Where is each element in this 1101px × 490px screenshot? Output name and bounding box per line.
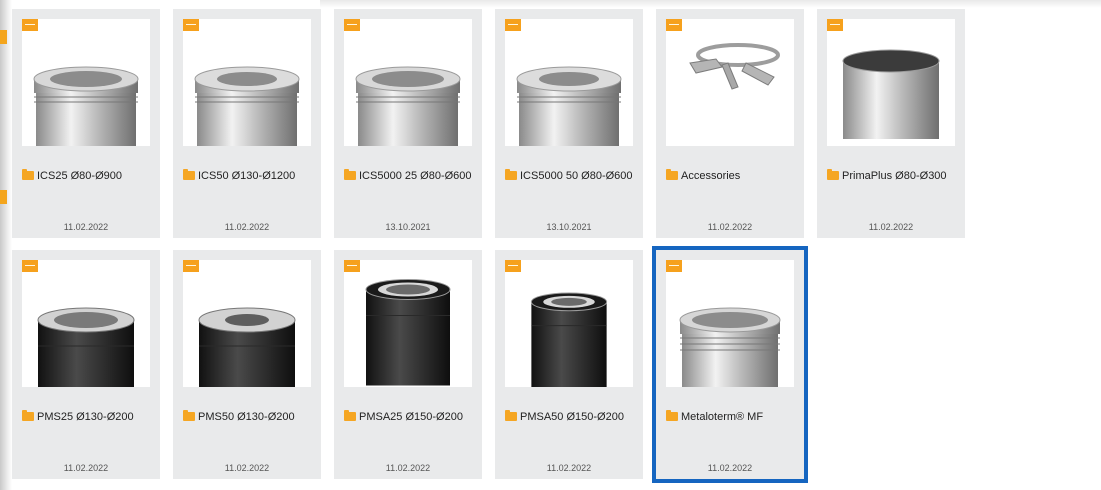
- folder-name: Accessories: [681, 170, 741, 182]
- folder-name: ICS50 Ø130-Ø1200: [198, 170, 296, 182]
- folder-icon: [344, 410, 356, 421]
- brand-tag: [344, 260, 360, 272]
- folder-icon: [22, 169, 34, 180]
- brand-tag: [505, 260, 521, 272]
- folder-date: 11.02.2022: [224, 222, 270, 232]
- steel-pipe-image: [194, 66, 300, 146]
- folder-icon: [183, 169, 195, 180]
- folder-date: 11.02.2022: [224, 463, 270, 473]
- product-thumbnail: [666, 260, 794, 387]
- folder-date: 11.02.2022: [546, 463, 592, 473]
- folder-icon: [183, 410, 195, 421]
- black-coaxial-pipe-image: [530, 292, 608, 387]
- folder-card[interactable]: PMSA50 Ø150-Ø200 11.02.2022: [495, 250, 643, 479]
- folder-card[interactable]: PMS25 Ø130-Ø200 11.02.2022: [12, 250, 160, 479]
- black-pipe-image: [198, 307, 296, 387]
- folder-card[interactable]: ICS50 Ø130-Ø1200 11.02.2022: [173, 9, 321, 238]
- folder-card-selected[interactable]: Metaloterm® MF 11.02.2022: [652, 246, 808, 483]
- steel-pipe-image: [679, 307, 781, 387]
- cropped-left-edge: [0, 0, 12, 490]
- folder-date: 13.10.2021: [546, 222, 592, 232]
- cropped-tag: [0, 190, 7, 204]
- folder-grid: ICS25 Ø80-Ø900 11.02.2022 ICS50 Ø130-Ø12…: [12, 9, 965, 483]
- product-thumbnail: [505, 260, 633, 387]
- product-thumbnail: [344, 19, 472, 146]
- folder-date: 11.02.2022: [385, 463, 431, 473]
- folder-icon: [505, 410, 517, 421]
- product-thumbnail: [666, 19, 794, 146]
- folder-icon: [22, 410, 34, 421]
- wall-bracket-image: [689, 43, 780, 90]
- folder-name: PMSA25 Ø150-Ø200: [359, 411, 463, 423]
- product-thumbnail: [344, 260, 472, 387]
- steel-pipe-image: [33, 66, 139, 146]
- brand-tag: [344, 19, 360, 31]
- cropped-top-strip: [320, 0, 1101, 8]
- folder-date: 11.02.2022: [63, 222, 109, 232]
- brand-tag: [505, 19, 521, 31]
- folder-name: ICS5000 50 Ø80-Ø600: [520, 170, 633, 182]
- folder-card[interactable]: ICS5000 50 Ø80-Ø600 13.10.2021: [495, 9, 643, 238]
- folder-name: ICS5000 25 Ø80-Ø600: [359, 170, 472, 182]
- folder-name: ICS25 Ø80-Ø900: [37, 170, 122, 182]
- folder-date: 11.02.2022: [707, 222, 753, 232]
- brand-tag: [183, 19, 199, 31]
- black-coaxial-pipe-image: [365, 279, 451, 386]
- folder-card[interactable]: ICS5000 25 Ø80-Ø600 13.10.2021: [334, 9, 482, 238]
- product-thumbnail: [22, 260, 150, 387]
- product-thumbnail: [183, 19, 311, 146]
- folder-name: PMS25 Ø130-Ø200: [37, 411, 134, 423]
- brand-tag: [666, 19, 682, 31]
- folder-name: PMSA50 Ø150-Ø200: [520, 411, 624, 423]
- folder-card[interactable]: PrimaPlus Ø80-Ø300 11.02.2022: [817, 9, 965, 238]
- folder-card[interactable]: ICS25 Ø80-Ø900 11.02.2022: [12, 9, 160, 238]
- brand-tag: [666, 260, 682, 272]
- folder-icon: [344, 169, 356, 180]
- steel-pipe-image: [355, 66, 461, 146]
- brand-tag: [22, 260, 38, 272]
- folder-icon: [666, 410, 678, 421]
- brand-tag: [827, 19, 843, 31]
- product-thumbnail: [22, 19, 150, 146]
- folder-date: 13.10.2021: [385, 222, 431, 232]
- folder-icon: [827, 169, 839, 180]
- folder-name: PrimaPlus Ø80-Ø300: [842, 170, 947, 182]
- folder-icon: [666, 169, 678, 180]
- product-thumbnail: [505, 19, 633, 146]
- product-thumbnail: [183, 260, 311, 387]
- folder-name: PMS50 Ø130-Ø200: [198, 411, 295, 423]
- product-thumbnail: [827, 19, 955, 146]
- cropped-tag: [0, 30, 7, 44]
- folder-date: 11.02.2022: [63, 463, 109, 473]
- steel-pipe-image: [516, 66, 622, 146]
- folder-card[interactable]: PMSA25 Ø150-Ø200 11.02.2022: [334, 250, 482, 479]
- folder-icon: [505, 169, 517, 180]
- brand-tag: [183, 260, 199, 272]
- black-pipe-image: [37, 307, 135, 387]
- folder-date: 11.02.2022: [868, 222, 914, 232]
- folder-card[interactable]: PMS50 Ø130-Ø200 11.02.2022: [173, 250, 321, 479]
- folder-date: 11.02.2022: [707, 463, 753, 473]
- folder-name: Metaloterm® MF: [681, 411, 764, 423]
- folder-card[interactable]: Accessories 11.02.2022: [656, 9, 804, 238]
- single-wall-pipe-image: [842, 49, 940, 139]
- brand-tag: [22, 19, 38, 31]
